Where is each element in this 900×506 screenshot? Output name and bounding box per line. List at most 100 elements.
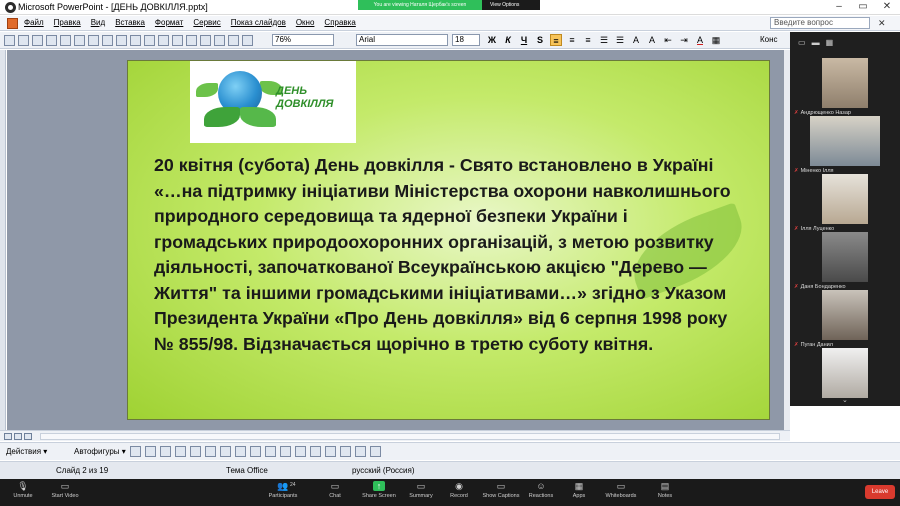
3d-style-icon[interactable]: [370, 446, 381, 457]
increase-font-icon[interactable]: A: [630, 34, 642, 46]
restore-icon[interactable]: ▭: [856, 1, 870, 12]
dash-style-icon[interactable]: [325, 446, 336, 457]
font-select[interactable]: Arial: [356, 34, 448, 46]
speaker-view-icon[interactable]: ▬: [812, 38, 820, 47]
slide-sorter-icon[interactable]: [14, 433, 22, 440]
gallery-view-icon[interactable]: ▭: [798, 38, 806, 47]
scroll-down-icon[interactable]: ⌄: [842, 396, 848, 404]
chat-button[interactable]: ▭ Chat: [312, 481, 358, 505]
copy-icon[interactable]: [130, 35, 141, 46]
cut-icon[interactable]: [116, 35, 127, 46]
preview-icon[interactable]: [74, 35, 85, 46]
horizontal-scrollbar[interactable]: [40, 433, 780, 440]
align-right-icon[interactable]: ≡: [582, 34, 594, 46]
participants-count: 24: [290, 482, 296, 488]
font-size-select[interactable]: 18: [452, 34, 480, 46]
line-color-icon[interactable]: [280, 446, 291, 457]
share-screen-button[interactable]: ↑ Share Screen: [356, 481, 402, 505]
bullets-icon[interactable]: ☰: [614, 34, 626, 46]
rectangle-icon[interactable]: [160, 446, 171, 457]
chart-icon[interactable]: [200, 35, 211, 46]
close-icon[interactable]: ✕: [880, 1, 894, 12]
arrow-style-icon[interactable]: [340, 446, 351, 457]
table-icon[interactable]: [214, 35, 225, 46]
zoom-select[interactable]: 76%: [272, 34, 334, 46]
picture-icon[interactable]: [250, 446, 261, 457]
underline-button[interactable]: Ч: [518, 34, 530, 46]
normal-view-icon[interactable]: [4, 433, 12, 440]
menu-tools[interactable]: Сервис: [193, 18, 220, 27]
font-color-draw-icon[interactable]: [295, 446, 306, 457]
view-options-button[interactable]: View Options: [482, 0, 540, 10]
menu-file[interactable]: Файл: [24, 18, 44, 27]
shadow-button[interactable]: S: [534, 34, 546, 46]
permission-icon[interactable]: [46, 35, 57, 46]
increase-indent-icon[interactable]: ⇥: [678, 34, 690, 46]
spell-icon[interactable]: [88, 35, 99, 46]
oval-icon[interactable]: [175, 446, 186, 457]
align-left-icon[interactable]: ≡: [550, 34, 562, 46]
line-style-icon[interactable]: [310, 446, 321, 457]
slideshow-icon[interactable]: [24, 433, 32, 440]
align-center-icon[interactable]: ≡: [566, 34, 578, 46]
open-icon[interactable]: [18, 35, 29, 46]
notes-button[interactable]: ▤ Notes: [642, 481, 688, 505]
format-painter-icon[interactable]: [158, 35, 169, 46]
print-icon[interactable]: [60, 35, 71, 46]
ask-question-field[interactable]: Введите вопрос: [770, 17, 870, 29]
whiteboards-button[interactable]: ▭ Whiteboards: [598, 481, 644, 505]
arrow-icon[interactable]: [145, 446, 156, 457]
designer-button[interactable]: Конс: [760, 35, 778, 44]
fill-color-icon[interactable]: [265, 446, 276, 457]
line-icon[interactable]: [130, 446, 141, 457]
minimize-icon[interactable]: –: [832, 1, 846, 12]
wordart-icon[interactable]: [205, 446, 216, 457]
tables-borders-icon[interactable]: [228, 35, 239, 46]
participant-tile[interactable]: ✗ Андрющенко Назар: [790, 58, 900, 116]
shadow-style-icon[interactable]: [355, 446, 366, 457]
italic-button[interactable]: К: [502, 34, 514, 46]
decrease-font-icon[interactable]: A: [646, 34, 658, 46]
font-color-icon[interactable]: A: [694, 34, 706, 46]
bold-button[interactable]: Ж: [486, 34, 498, 46]
undo-icon[interactable]: [172, 35, 183, 46]
actions-menu[interactable]: Действия ▾: [6, 447, 47, 456]
participant-tile[interactable]: ✗ Міненко Ілля: [790, 116, 900, 174]
clipart-icon[interactable]: [235, 446, 246, 457]
close-document-icon[interactable]: ✕: [878, 18, 886, 29]
autoshapes-menu[interactable]: Автофигуры ▾: [74, 447, 126, 456]
textbox-icon[interactable]: [190, 446, 201, 457]
slide-body-text[interactable]: 20 квітня (субота) День довкілля - Свято…: [154, 153, 744, 357]
save-icon[interactable]: [32, 35, 43, 46]
participants-button[interactable]: 👥 Participants: [260, 481, 306, 505]
current-slide[interactable]: ДЕНЬ ДОВКІЛЛЯ 20 квітня (субота) День до…: [127, 60, 770, 420]
menu-window[interactable]: Окно: [296, 18, 315, 27]
document-icon[interactable]: [7, 18, 18, 29]
redo-icon[interactable]: [186, 35, 197, 46]
menu-insert[interactable]: Вставка: [115, 18, 145, 27]
apps-button[interactable]: ▦ Apps: [556, 481, 602, 505]
menu-view[interactable]: Вид: [91, 18, 105, 27]
participant-tile[interactable]: ✗ Пуган Данил: [790, 290, 900, 348]
record-button[interactable]: ◉ Record: [436, 481, 482, 505]
participant-tile[interactable]: ✗ Даня Бондаренко: [790, 232, 900, 290]
menu-slideshow[interactable]: Показ слайдов: [231, 18, 286, 27]
status-bar: Слайд 2 из 19 Тема Office русский (Росси…: [0, 461, 900, 479]
unmute-button[interactable]: 🎙 Unmute: [0, 481, 46, 505]
new-slide-icon[interactable]: [242, 35, 253, 46]
design-icon[interactable]: ▦: [710, 34, 722, 46]
leave-button[interactable]: Leave: [865, 485, 895, 499]
menu-format[interactable]: Формат: [155, 18, 183, 27]
numbering-icon[interactable]: ☰: [598, 34, 610, 46]
menu-help[interactable]: Справка: [324, 18, 355, 27]
research-icon[interactable]: [102, 35, 113, 46]
decrease-indent-icon[interactable]: ⇤: [662, 34, 674, 46]
paste-icon[interactable]: [144, 35, 155, 46]
menu-edit[interactable]: Правка: [54, 18, 81, 27]
grid-view-icon[interactable]: ▦: [826, 38, 834, 47]
new-icon[interactable]: [4, 35, 15, 46]
slides-pane-collapsed[interactable]: [0, 50, 6, 430]
diagram-icon[interactable]: [220, 446, 231, 457]
start-video-button[interactable]: ▭ Start Video: [42, 481, 88, 505]
participant-tile[interactable]: ✗ Ілля Луценко: [790, 174, 900, 232]
